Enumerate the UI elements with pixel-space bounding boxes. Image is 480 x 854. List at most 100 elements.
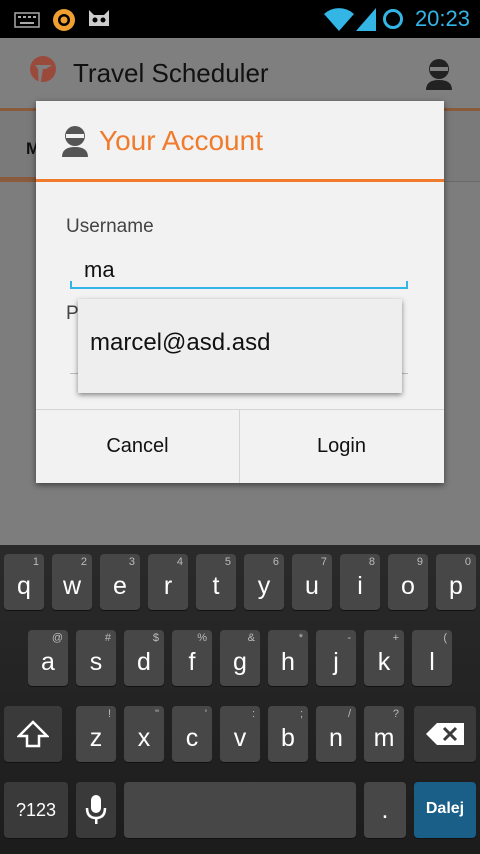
key-z[interactable]: ! z xyxy=(76,706,116,762)
key-h[interactable]: * h xyxy=(268,630,308,686)
microphone-icon xyxy=(85,795,107,824)
key-hint: @ xyxy=(51,632,63,644)
key-r[interactable]: 4r xyxy=(148,554,188,610)
key-hint: 7 xyxy=(320,556,327,568)
key-j[interactable]: -j xyxy=(316,630,356,686)
key-hint: 0 xyxy=(464,556,471,568)
key-s[interactable]: # s xyxy=(76,630,116,686)
login-button[interactable]: Login xyxy=(240,410,443,483)
key-e[interactable]: 3e xyxy=(100,554,140,610)
key-label: w xyxy=(62,572,82,600)
key-label: d xyxy=(137,648,151,676)
account-icon[interactable] xyxy=(424,58,454,90)
key-a[interactable]: @ a xyxy=(28,630,68,686)
key-label: a xyxy=(41,648,55,676)
backspace-icon xyxy=(426,723,464,745)
key-x[interactable]: " x xyxy=(124,706,164,762)
key-label: o xyxy=(401,572,415,600)
symbols-key[interactable]: ?123 xyxy=(4,782,68,838)
username-input[interactable]: ma xyxy=(70,253,408,289)
key-hint: 5 xyxy=(224,556,231,568)
key-hint: $ xyxy=(152,632,159,644)
key-hint: ' xyxy=(204,708,207,720)
key-b[interactable]: ; b xyxy=(268,706,308,762)
key-label: v xyxy=(233,724,247,752)
signal-icon xyxy=(356,8,376,31)
voice-input-key[interactable] xyxy=(76,782,116,838)
key-hint: ! xyxy=(107,708,111,720)
key-hint: : xyxy=(251,708,255,720)
key-p[interactable]: 0p xyxy=(436,554,476,610)
key-o[interactable]: 9o xyxy=(388,554,428,610)
key-label: p xyxy=(449,572,463,600)
key-g[interactable]: & g xyxy=(220,630,260,686)
period-key[interactable]: . xyxy=(364,782,406,838)
key-hint: * xyxy=(298,632,303,644)
dialog-title: Your Account xyxy=(99,125,263,156)
key-hint: % xyxy=(197,632,207,644)
key-hint: 3 xyxy=(128,556,135,568)
autocomplete-suggestion[interactable]: marcel@asd.asd xyxy=(90,329,270,357)
enter-key[interactable]: Dalej xyxy=(414,782,476,838)
key-f[interactable]: % f xyxy=(172,630,212,686)
key-hint: 1 xyxy=(32,556,39,568)
key-label: m xyxy=(373,724,395,752)
key-label: j xyxy=(333,648,339,676)
key-hint: 4 xyxy=(176,556,183,568)
wifi-icon xyxy=(324,8,354,31)
key-t[interactable]: 5t xyxy=(196,554,236,610)
app-title: Travel Scheduler xyxy=(73,58,269,88)
app-notification-icon xyxy=(53,9,75,31)
key-v[interactable]: :v xyxy=(220,706,260,762)
key-hint: 6 xyxy=(272,556,279,568)
key-m[interactable]: ? m xyxy=(364,706,404,762)
key-label: t xyxy=(212,572,220,600)
key-label: q xyxy=(17,572,31,600)
key-i[interactable]: 8i xyxy=(340,554,380,610)
key-hint: ? xyxy=(392,708,399,720)
key-label: i xyxy=(357,572,363,600)
key-label: u xyxy=(305,572,319,600)
key-label: g xyxy=(233,648,247,676)
dialog-header: Your Account xyxy=(36,101,444,182)
key-c[interactable]: ' c xyxy=(172,706,212,762)
key-hint: - xyxy=(347,632,351,644)
password-label: P xyxy=(66,303,79,324)
key-n[interactable]: / n xyxy=(316,706,356,762)
key-y[interactable]: 6y xyxy=(244,554,284,610)
key-label: r xyxy=(163,572,173,600)
cancel-button[interactable]: Cancel xyxy=(36,410,240,483)
status-bar: 20:23 xyxy=(0,0,480,38)
key-label: y xyxy=(257,572,271,600)
key-l[interactable]: (l xyxy=(412,630,452,686)
key-k[interactable]: + k xyxy=(364,630,404,686)
account-dialog: Your Account Username ma P Cancel Login xyxy=(36,101,444,483)
key-d[interactable]: $ d xyxy=(124,630,164,686)
key-hint: # xyxy=(104,632,111,644)
key-hint: + xyxy=(392,632,399,644)
key-label: l xyxy=(429,648,435,676)
key-hint: & xyxy=(247,632,255,644)
cyanogenmod-icon xyxy=(89,10,109,26)
key-u[interactable]: 7u xyxy=(292,554,332,610)
backspace-key[interactable] xyxy=(414,706,476,762)
autocomplete-popup: marcel@asd.asd xyxy=(78,299,402,393)
key-q[interactable]: 1q xyxy=(4,554,44,610)
key-w[interactable]: 2w xyxy=(52,554,92,610)
key-label: f xyxy=(188,648,196,676)
key-label: e xyxy=(113,572,127,600)
key-hint: / xyxy=(347,708,351,720)
key-label: b xyxy=(281,724,295,752)
key-label: s xyxy=(89,648,103,676)
key-hint: 2 xyxy=(80,556,87,568)
sync-ring-icon xyxy=(383,9,403,29)
shift-key[interactable] xyxy=(4,706,62,762)
space-key[interactable] xyxy=(124,782,356,838)
key-hint: 9 xyxy=(416,556,423,568)
key-label: x xyxy=(137,724,151,752)
key-hint: ( xyxy=(443,632,447,644)
tab-indicator xyxy=(0,177,36,182)
clock: 20:23 xyxy=(414,6,470,31)
key-hint: 8 xyxy=(368,556,375,568)
shift-arrow-icon xyxy=(17,720,49,748)
